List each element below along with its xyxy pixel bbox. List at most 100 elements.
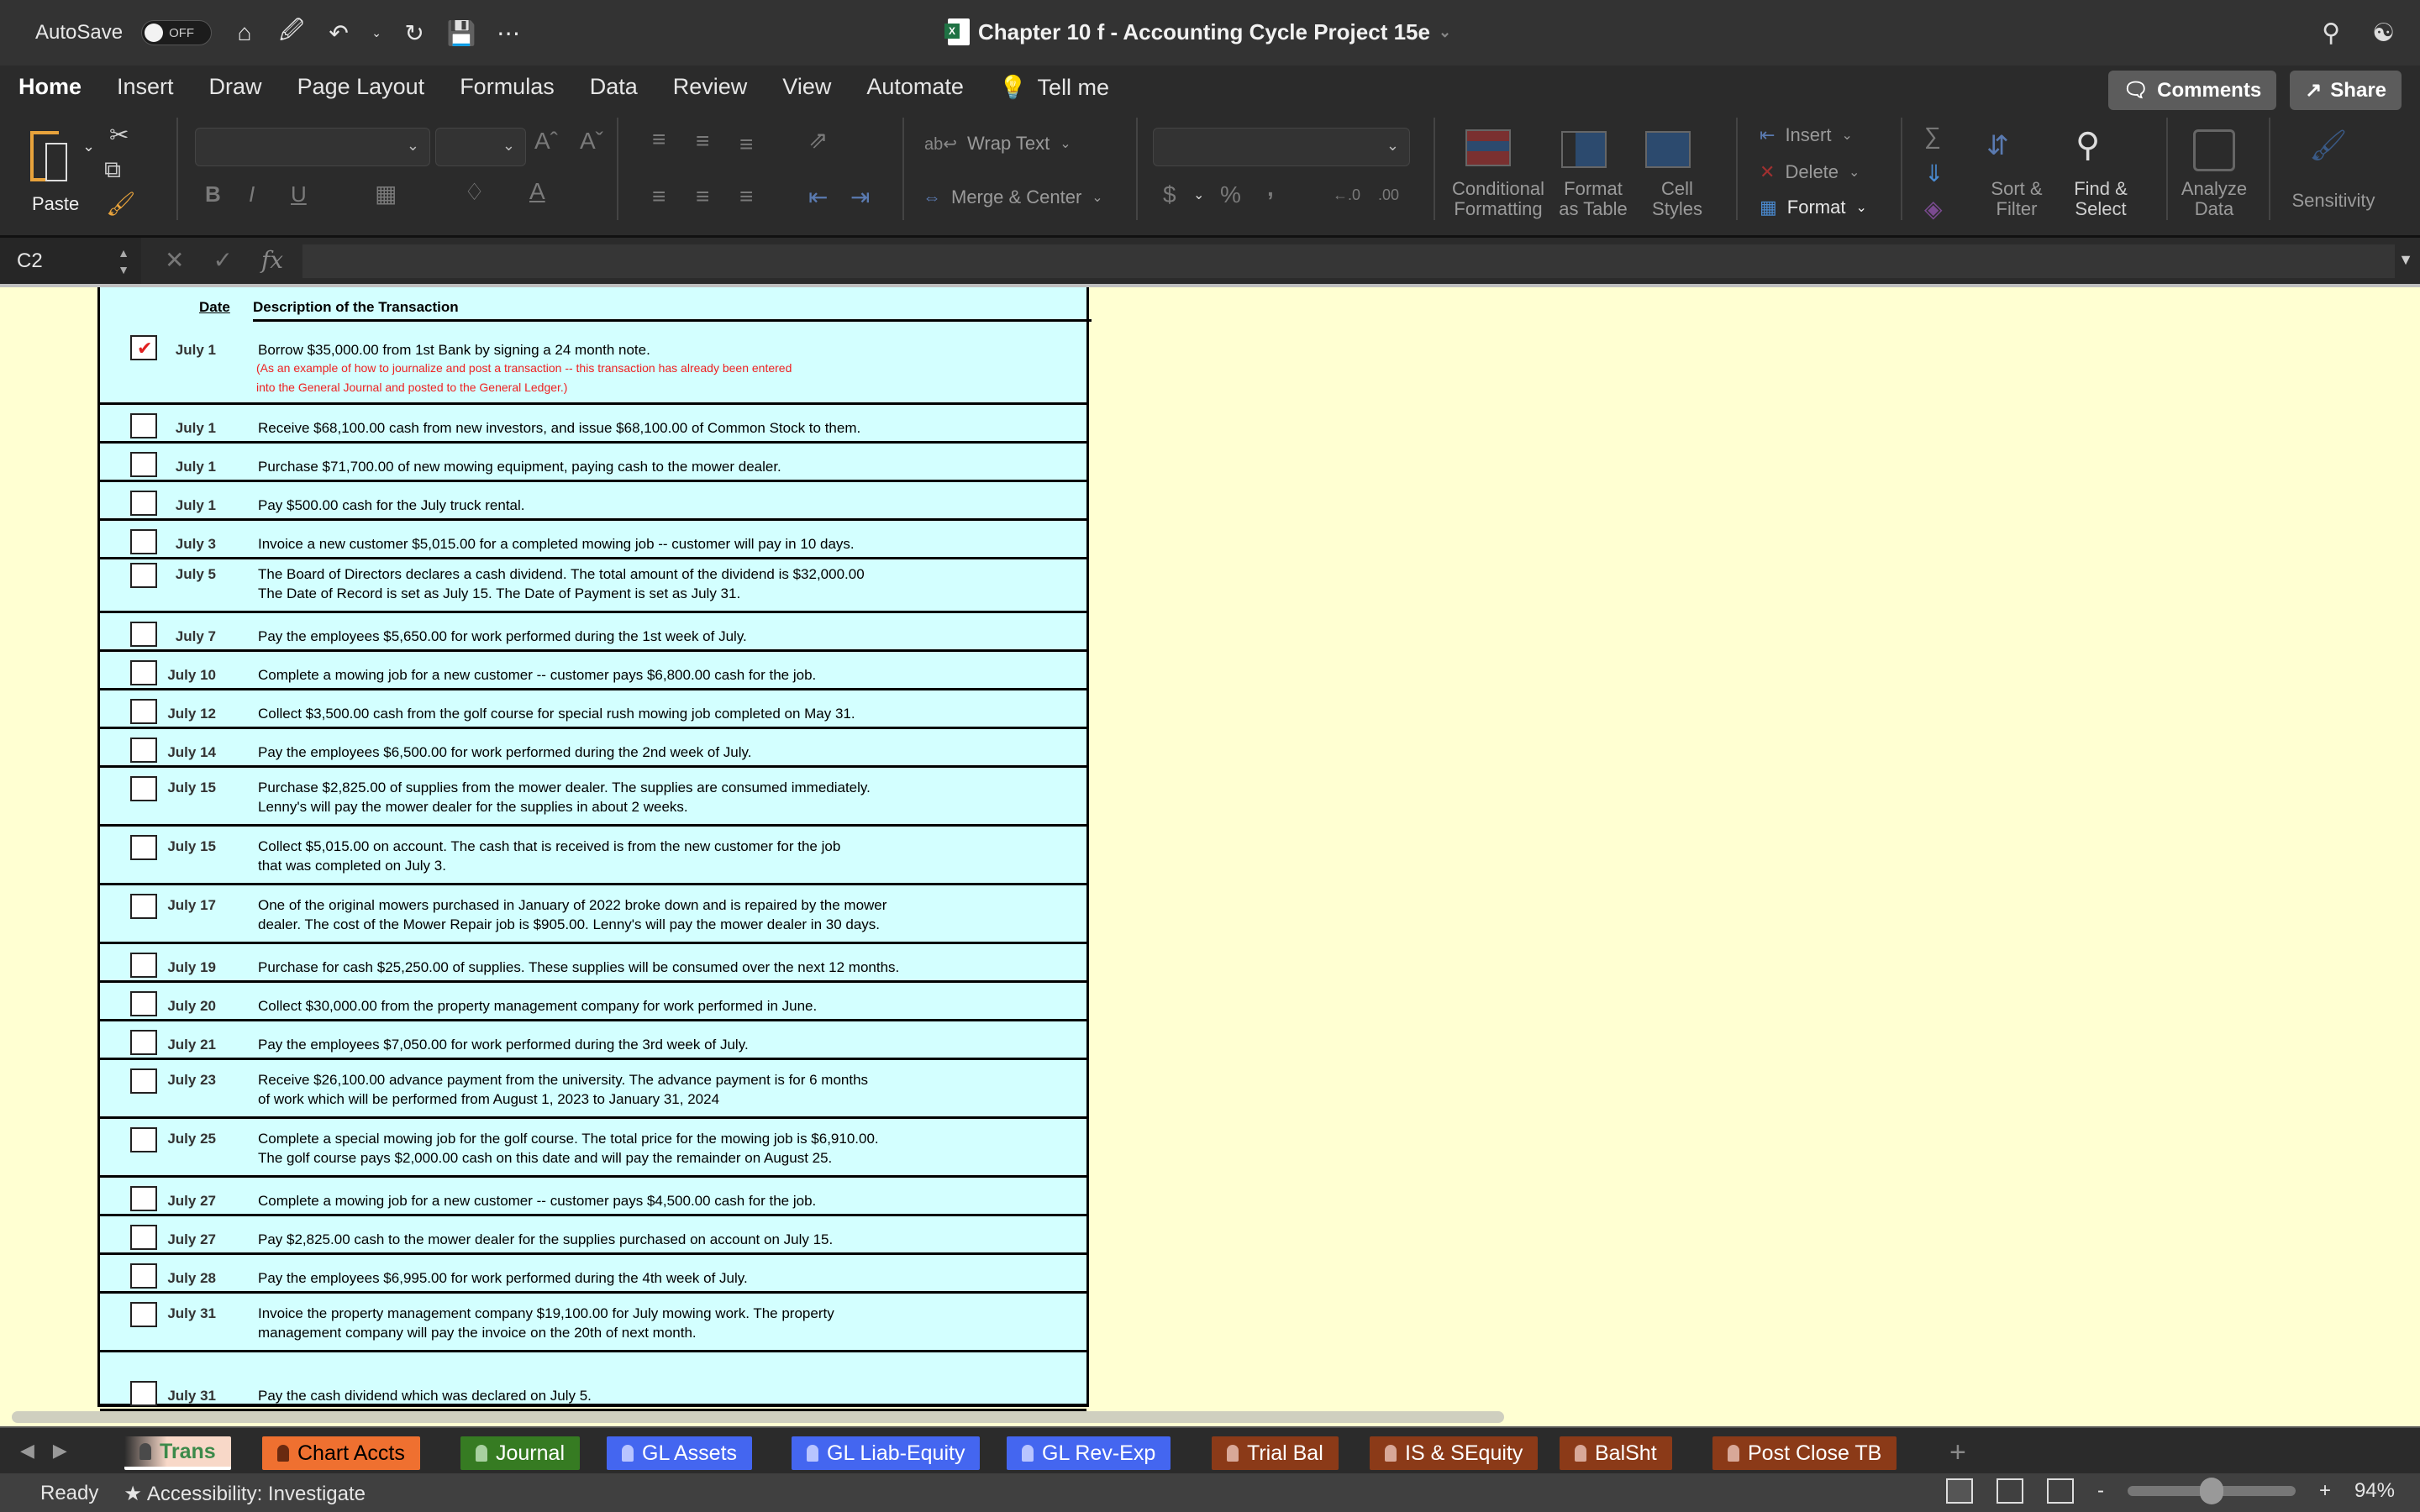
share-people-icon[interactable]: ☯: [2372, 18, 2395, 48]
enter-icon[interactable]: ✓: [213, 246, 232, 274]
zoom-in-button[interactable]: +: [2319, 1479, 2331, 1503]
transaction-checkbox[interactable]: [130, 953, 157, 978]
decrease-font-icon[interactable]: Aˇ: [580, 128, 603, 155]
home-icon[interactable]: ⌂: [230, 18, 259, 47]
sheet-tab[interactable]: BalSht: [1560, 1436, 1672, 1470]
wrap-text-button[interactable]: ab↩ Wrap Text ⌄: [924, 133, 1071, 155]
page-layout-view-button[interactable]: [1996, 1478, 2023, 1504]
undo-icon[interactable]: ↶: [324, 18, 353, 47]
currency-dropdown-icon[interactable]: ⌄: [1193, 186, 1204, 203]
next-sheet-icon[interactable]: ▶: [53, 1440, 67, 1462]
normal-view-button[interactable]: [1945, 1478, 1973, 1504]
orientation-icon[interactable]: ⇗: [808, 126, 828, 154]
cancel-icon[interactable]: ✕: [165, 246, 184, 274]
align-middle-icon[interactable]: ≡: [696, 128, 709, 155]
delete-cells-button[interactable]: ✕ Delete ⌄: [1760, 161, 1860, 183]
save-as-icon[interactable]: 🖉: [277, 17, 306, 47]
clear-icon[interactable]: ◈: [1924, 195, 1943, 223]
tab-page-layout[interactable]: Page Layout: [297, 74, 425, 101]
transaction-checkbox[interactable]: [130, 1302, 157, 1327]
increase-indent-icon[interactable]: ⇥: [850, 183, 870, 211]
name-box-stepper[interactable]: ▲ ▼: [118, 244, 129, 278]
find-select-button[interactable]: ⚲ Find & Select: [2059, 126, 2143, 227]
accessibility-status[interactable]: ★ Accessibility: Investigate: [124, 1482, 366, 1506]
sensitivity-button[interactable]: 🖌 Sensitivity: [2279, 126, 2388, 227]
sheet-tab[interactable]: GL Liab-Equity: [792, 1436, 981, 1470]
transaction-checkbox[interactable]: [130, 413, 157, 438]
currency-button[interactable]: $: [1163, 181, 1176, 208]
zoom-slider[interactable]: [2127, 1478, 2296, 1504]
borders-icon[interactable]: ▦: [375, 180, 397, 207]
more-icon[interactable]: ⋯: [494, 18, 523, 47]
transaction-checkbox[interactable]: [130, 452, 157, 477]
zoom-out-button[interactable]: -: [2097, 1479, 2104, 1503]
transaction-checkbox[interactable]: [130, 1263, 157, 1289]
sheet-tab[interactable]: IS & SEquity: [1370, 1436, 1539, 1470]
zoom-slider-handle[interactable]: [2199, 1478, 2223, 1504]
cell-styles-button[interactable]: Cell Styles: [1635, 126, 1719, 227]
transaction-checkbox[interactable]: [130, 491, 157, 516]
transaction-checkbox[interactable]: [130, 894, 157, 919]
increase-font-icon[interactable]: Aˆ: [534, 128, 558, 155]
page-break-view-button[interactable]: [2046, 1478, 2074, 1504]
transaction-checkbox[interactable]: [130, 563, 157, 588]
sheet-tab[interactable]: GL Rev-Exp: [1007, 1436, 1171, 1470]
tab-automate[interactable]: Automate: [866, 74, 964, 101]
increase-decimal-icon[interactable]: ←.0: [1333, 186, 1360, 204]
transaction-checkbox[interactable]: [130, 776, 157, 801]
paste-button[interactable]: Paste: [24, 126, 91, 218]
autosum-icon[interactable]: ∑: [1924, 123, 1941, 150]
tab-insert[interactable]: Insert: [117, 74, 174, 101]
align-bottom-icon[interactable]: ≡: [739, 131, 753, 158]
tab-view[interactable]: View: [782, 74, 831, 101]
merge-center-button[interactable]: ⇔ Merge & Center ⌄: [923, 186, 1103, 208]
decrease-decimal-icon[interactable]: .00: [1378, 186, 1399, 204]
align-center-icon[interactable]: ≡: [696, 183, 709, 210]
insert-function-icon[interactable]: fx: [261, 246, 283, 274]
tab-review[interactable]: Review: [673, 74, 748, 101]
transaction-checkbox[interactable]: [130, 1030, 157, 1055]
transaction-checkbox[interactable]: [130, 835, 157, 860]
font-name-dropdown[interactable]: ⌄: [195, 128, 430, 166]
align-right-icon[interactable]: ≡: [739, 183, 753, 210]
font-color-icon[interactable]: A: [529, 178, 545, 205]
undo-dropdown-icon[interactable]: ⌄: [371, 18, 381, 47]
add-sheet-button[interactable]: +: [1949, 1436, 1966, 1469]
horizontal-scrollbar[interactable]: [12, 1411, 1504, 1423]
paste-dropdown-icon[interactable]: ⌄: [82, 138, 95, 155]
name-box[interactable]: C2 ▲ ▼: [0, 238, 141, 284]
format-cells-button[interactable]: ▦ Format ⌄: [1760, 197, 1867, 218]
comments-button[interactable]: 🗨 Comments: [2107, 71, 2277, 110]
underline-button[interactable]: U: [291, 181, 307, 207]
transaction-checkbox[interactable]: [130, 738, 157, 763]
copy-icon[interactable]: ⧉: [104, 156, 121, 184]
tab-home[interactable]: Home: [18, 74, 82, 118]
transaction-checkbox[interactable]: [130, 1186, 157, 1211]
tab-data[interactable]: Data: [590, 74, 638, 101]
tab-formulas[interactable]: Formulas: [460, 74, 555, 101]
sheet-tab[interactable]: GL Assets: [607, 1436, 753, 1470]
expand-formula-bar-icon[interactable]: ▼: [2398, 251, 2413, 269]
transaction-checkbox[interactable]: [130, 1068, 157, 1094]
bold-button[interactable]: B: [205, 181, 221, 207]
cut-icon[interactable]: ✂: [109, 121, 129, 149]
worksheet[interactable]: Date Description of the Transaction July…: [0, 284, 2420, 1426]
transaction-checkbox[interactable]: [130, 1225, 157, 1250]
document-title[interactable]: Chapter 10 f - Accounting Cycle Project …: [944, 18, 1451, 45]
redo-icon[interactable]: ↻: [400, 18, 429, 47]
tab-draw[interactable]: Draw: [209, 74, 262, 101]
transaction-checkbox[interactable]: [130, 991, 157, 1016]
zoom-level[interactable]: 94%: [2354, 1479, 2395, 1503]
number-format-dropdown[interactable]: ⌄: [1153, 128, 1410, 166]
transaction-checkbox[interactable]: [130, 529, 157, 554]
transaction-checkbox[interactable]: [130, 1381, 157, 1406]
transaction-checkbox[interactable]: [130, 1127, 157, 1152]
transaction-checkbox[interactable]: [130, 660, 157, 685]
comma-style-button[interactable]: ,: [1267, 175, 1274, 202]
percent-button[interactable]: %: [1220, 181, 1241, 208]
transaction-checkbox[interactable]: [130, 699, 157, 724]
sheet-tab[interactable]: Journal: [460, 1436, 580, 1470]
previous-sheet-icon[interactable]: ◀: [20, 1440, 34, 1462]
format-painter-icon[interactable]: 🖌: [106, 190, 136, 218]
sheet-tab[interactable]: Trans: [124, 1436, 231, 1470]
